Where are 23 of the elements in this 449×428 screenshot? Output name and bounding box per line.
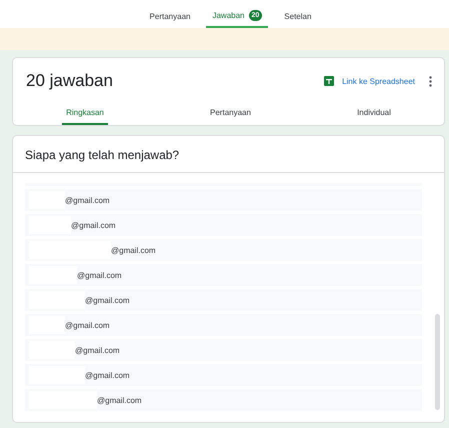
email-text: @gmail.com <box>77 270 122 280</box>
spreadsheet-link[interactable]: Link ke Spreadsheet <box>342 76 415 86</box>
tab[interactable]: Pertanyaan <box>206 105 255 125</box>
email-text: @gmail.com <box>65 196 110 204</box>
tab[interactable]: Setelan <box>278 12 318 28</box>
response-count-title: 20 jawaban <box>26 71 114 91</box>
tab[interactable]: Pertanyaan <box>144 12 196 28</box>
email-text: @gmail.com <box>97 396 142 404</box>
tab-label: Pertanyaan <box>150 12 190 21</box>
email-text: @gmail.com <box>111 246 156 254</box>
tab-label: Jawaban <box>212 11 244 20</box>
tab[interactable]: Ringkasan <box>62 105 108 125</box>
email-text: @gmail.com <box>85 296 130 304</box>
email-text: @gmail.com <box>65 320 110 330</box>
spreadsheet-icon[interactable] <box>324 76 334 86</box>
more-icon[interactable] <box>429 76 432 86</box>
tab-label: Setelan <box>284 12 312 21</box>
scrollbar[interactable] <box>435 314 440 410</box>
tab[interactable]: Individual <box>353 105 395 125</box>
section-title: Siapa yang telah menjawab? <box>13 136 444 173</box>
email-text: @gmail.com <box>71 220 116 230</box>
email-text: @gmail.com <box>85 370 130 380</box>
email-text: @gmail.com <box>75 346 120 354</box>
